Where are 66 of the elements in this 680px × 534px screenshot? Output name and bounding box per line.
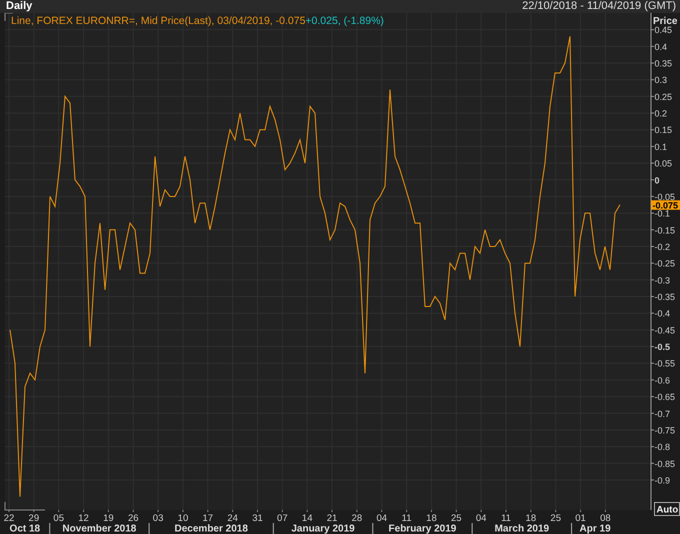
axis-label: -0.3 [654,275,670,286]
axis-label: 0.35 [654,58,672,69]
axis-label: 0.45 [654,25,672,36]
axis-label: -0.7 [654,408,670,419]
month-label: January 2019 [291,524,355,534]
axis-label: 05 [53,513,64,524]
axis-label: -0.65 [654,392,676,402]
axis-label: 28 [352,513,362,524]
axis-label: 12 [78,513,89,524]
axis-label: -0.5 [654,342,670,352]
axis-label: 19 [103,513,114,524]
month-label: Oct 18 [10,524,40,534]
axis-label: -0.85 [654,458,676,469]
axis-label: 18 [426,513,437,524]
axis-label: 25 [550,513,561,524]
axis-label: 26 [128,513,139,524]
axis-label: 25 [451,513,462,524]
axis-label: -0.9 [654,475,670,486]
month-label: March 2019 [494,524,550,534]
month-label: Apr 19 [580,524,611,534]
axis-label: -0.15 [654,225,676,236]
axis-label: 29 [28,513,40,524]
axis-label: 24 [227,513,238,524]
axis-label: -0.4 [654,308,670,319]
axis-label: -0.35 [654,292,676,302]
axis-label: 21 [326,513,338,524]
axis-label: 04 [376,513,388,524]
axis-label: 14 [302,513,312,524]
axis-label: -0.2 [654,242,670,252]
axis-label: 0.4 [654,42,668,52]
axis-label: -0.25 [654,258,676,269]
current-value-badge: -0.075 [651,200,680,210]
axis-label: 11 [402,513,412,524]
axis-label: -0.1 [654,208,670,219]
axis-label: -0.45 [654,325,676,336]
axis-label: -0.8 [654,442,670,452]
axis-label: -0.6 [654,375,670,386]
axis-label: 0.2 [654,108,668,119]
chart-legend: Line, FOREX EURONRR=, Mid Price(Last), 03/04/2019, -0.075+0.025, (-1.89%) [11,15,384,27]
date-range: 22/10/2018 - 11/04/2019 (GMT) [522,0,676,13]
axis-label: 04 [476,513,486,524]
auto-button[interactable]: Auto [654,502,680,516]
axis-title: Price [653,16,678,27]
axis-label: 0 [654,175,660,186]
axis-label: 0.25 [654,92,672,102]
axis-label: 0.15 [654,125,672,136]
axis-label: 0.05 [654,158,672,169]
axis-label: 01 [575,513,586,524]
axis-label: -0.55 [654,358,676,369]
axis-label: 08 [600,513,611,524]
interval-label: Daily [6,0,32,13]
month-label: November 2018 [62,524,136,534]
axis-label: -0.75 [654,425,676,436]
axis-label: 07 [277,513,288,524]
axis-label: 0.3 [654,75,668,86]
month-label: December 2018 [174,524,248,534]
axis-label: 31 [252,513,263,524]
axis-label: 18 [526,513,536,524]
month-label: February 2019 [388,524,456,534]
axis-label: 22 [4,513,14,524]
axis-label: -0.05 [654,192,676,202]
axis-label: 11 [501,513,511,524]
axis-label: 17 [202,513,214,524]
axis-label: 0.1 [654,142,668,152]
axis-label: 03 [152,513,164,524]
axis-label: 10 [178,513,188,524]
